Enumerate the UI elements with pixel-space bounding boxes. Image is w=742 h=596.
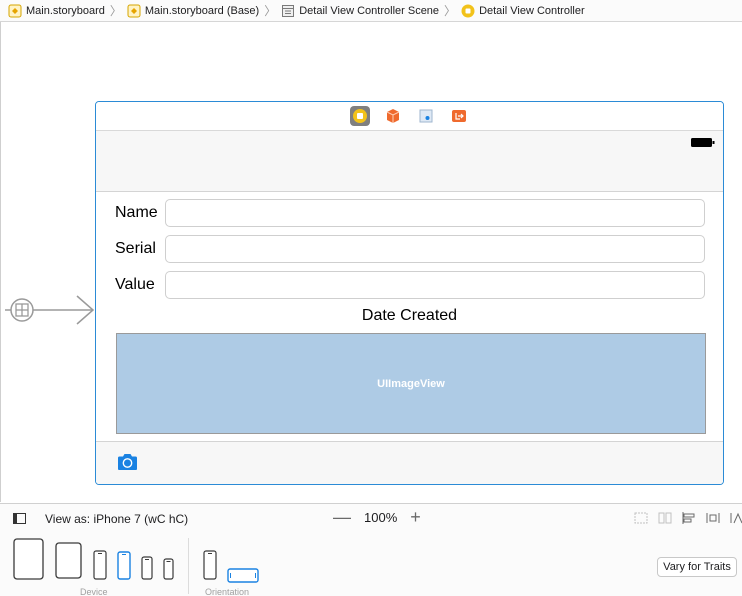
breadcrumb-item-main-storyboard-base[interactable]: Main.storyboard (Base) bbox=[127, 4, 259, 18]
exit-dock-button[interactable] bbox=[449, 106, 469, 126]
bottom-bar: View as: iPhone 7 (wC hC) — 100% + Devic… bbox=[0, 503, 742, 596]
navigation-bar[interactable] bbox=[96, 131, 723, 192]
initial-view-controller-arrow-icon[interactable] bbox=[5, 292, 97, 328]
device-selector: Device Orientation Vary for Traits bbox=[0, 534, 742, 596]
date-created-label[interactable]: Date Created bbox=[96, 307, 723, 325]
device-ipad-pro-12-icon[interactable] bbox=[13, 538, 44, 580]
chevron-right-icon: 〉 bbox=[109, 4, 122, 18]
zoom-level: 100% bbox=[364, 509, 398, 525]
embed-in-stack-icon[interactable] bbox=[658, 512, 672, 524]
chevron-right-icon: 〉 bbox=[264, 4, 277, 18]
breadcrumb-item-scene[interactable]: Detail View Controller Scene bbox=[281, 4, 439, 18]
serial-label: Serial bbox=[115, 240, 156, 257]
add-constraints-icon[interactable] bbox=[706, 512, 720, 524]
breadcrumb-item-main-storyboard[interactable]: Main.storyboard bbox=[8, 4, 105, 18]
view-as-row: View as: iPhone 7 (wC hC) — 100% + bbox=[0, 504, 742, 534]
breadcrumb-label: Detail View Controller Scene bbox=[299, 4, 440, 17]
storyboard-icon bbox=[8, 4, 22, 17]
sidebar-toggle-icon[interactable] bbox=[13, 513, 26, 524]
name-text-field[interactable] bbox=[165, 199, 705, 227]
view-as-label[interactable]: View as: iPhone 7 (wC hC) bbox=[45, 512, 188, 526]
update-frames-icon[interactable] bbox=[634, 512, 648, 524]
image-view[interactable]: UIImageView bbox=[116, 333, 706, 434]
exit-icon bbox=[452, 110, 466, 122]
storyboard-canvas[interactable]: Name Serial Value Date Created UIImageVi… bbox=[0, 22, 742, 502]
view-controller-icon bbox=[461, 4, 475, 17]
chevron-right-icon: 〉 bbox=[444, 4, 457, 18]
view-controller-dock-button[interactable] bbox=[350, 106, 370, 126]
device-iphone-4s-icon[interactable] bbox=[163, 558, 174, 580]
vary-for-traits-button[interactable]: Vary for Traits bbox=[657, 557, 737, 577]
breadcrumb-label: Detail View Controller bbox=[479, 4, 585, 17]
image-view-placeholder-label: UIImageView bbox=[377, 377, 445, 390]
value-row: Value bbox=[115, 271, 705, 299]
device-caption: Device bbox=[80, 587, 108, 596]
view-controller-icon bbox=[353, 109, 367, 123]
orientation-landscape-icon[interactable] bbox=[227, 568, 259, 583]
breadcrumb-label: Main.storyboard (Base) bbox=[144, 4, 260, 17]
serial-text-field[interactable] bbox=[165, 235, 705, 263]
storyboard-reference-icon bbox=[419, 109, 433, 123]
orientation-portrait-icon[interactable] bbox=[203, 550, 217, 580]
scene-icon bbox=[282, 4, 295, 17]
battery-icon bbox=[691, 138, 715, 147]
value-text-field[interactable] bbox=[165, 271, 705, 299]
first-responder-dock-button[interactable] bbox=[383, 106, 403, 126]
device-iphone-plus-icon[interactable] bbox=[93, 550, 107, 580]
resolve-issues-icon[interactable] bbox=[730, 512, 742, 524]
zoom-controls: — 100% + bbox=[333, 508, 421, 526]
orientation-caption: Orientation bbox=[205, 587, 250, 596]
detail-view-controller-scene[interactable]: Name Serial Value Date Created UIImageVi… bbox=[95, 101, 724, 485]
name-label: Name bbox=[115, 204, 158, 221]
device-iphone-7-icon[interactable] bbox=[117, 551, 131, 580]
storyboard-reference-dock-button[interactable] bbox=[416, 106, 436, 126]
layout-tools bbox=[634, 512, 742, 524]
scene-dock bbox=[96, 102, 723, 131]
divider bbox=[188, 538, 189, 594]
breadcrumb: Main.storyboard 〉 Main.storyboard (Base)… bbox=[0, 0, 742, 22]
serial-row: Serial bbox=[115, 235, 705, 263]
zoom-in-button[interactable]: + bbox=[410, 508, 421, 526]
camera-icon[interactable] bbox=[117, 453, 138, 471]
device-iphone-se-icon[interactable] bbox=[141, 556, 153, 580]
value-label: Value bbox=[115, 276, 155, 293]
storyboard-icon bbox=[127, 4, 141, 17]
zoom-out-button[interactable]: — bbox=[333, 508, 351, 526]
breadcrumb-label: Main.storyboard bbox=[26, 4, 105, 17]
toolbar[interactable] bbox=[96, 441, 723, 484]
device-ipad-icon[interactable] bbox=[55, 542, 82, 579]
breadcrumb-item-view-controller[interactable]: Detail View Controller bbox=[461, 4, 585, 18]
first-responder-cube-icon bbox=[386, 109, 400, 123]
align-icon[interactable] bbox=[682, 512, 696, 524]
name-row: Name bbox=[115, 199, 705, 227]
main-view[interactable]: Name Serial Value Date Created UIImageVi… bbox=[96, 131, 723, 484]
